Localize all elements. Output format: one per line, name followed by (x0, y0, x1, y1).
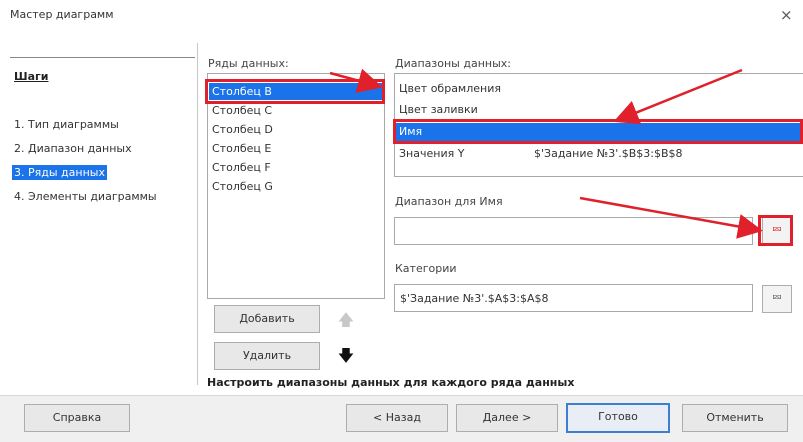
annotation-arrow-series (329, 68, 383, 93)
next-button[interactable]: Далее > (456, 404, 558, 432)
hint-text: Настроить диапазоны данных для каждого р… (207, 376, 575, 389)
annotation-arrow-pick (579, 196, 763, 239)
back-button[interactable]: < Назад (346, 404, 448, 432)
annotation-arrows (329, 68, 763, 239)
annotation-arrow-name (613, 68, 743, 125)
cancel-button[interactable]: Отменить (682, 404, 788, 432)
help-button[interactable]: Справка (24, 404, 130, 432)
finish-button[interactable]: Готово (566, 403, 670, 433)
